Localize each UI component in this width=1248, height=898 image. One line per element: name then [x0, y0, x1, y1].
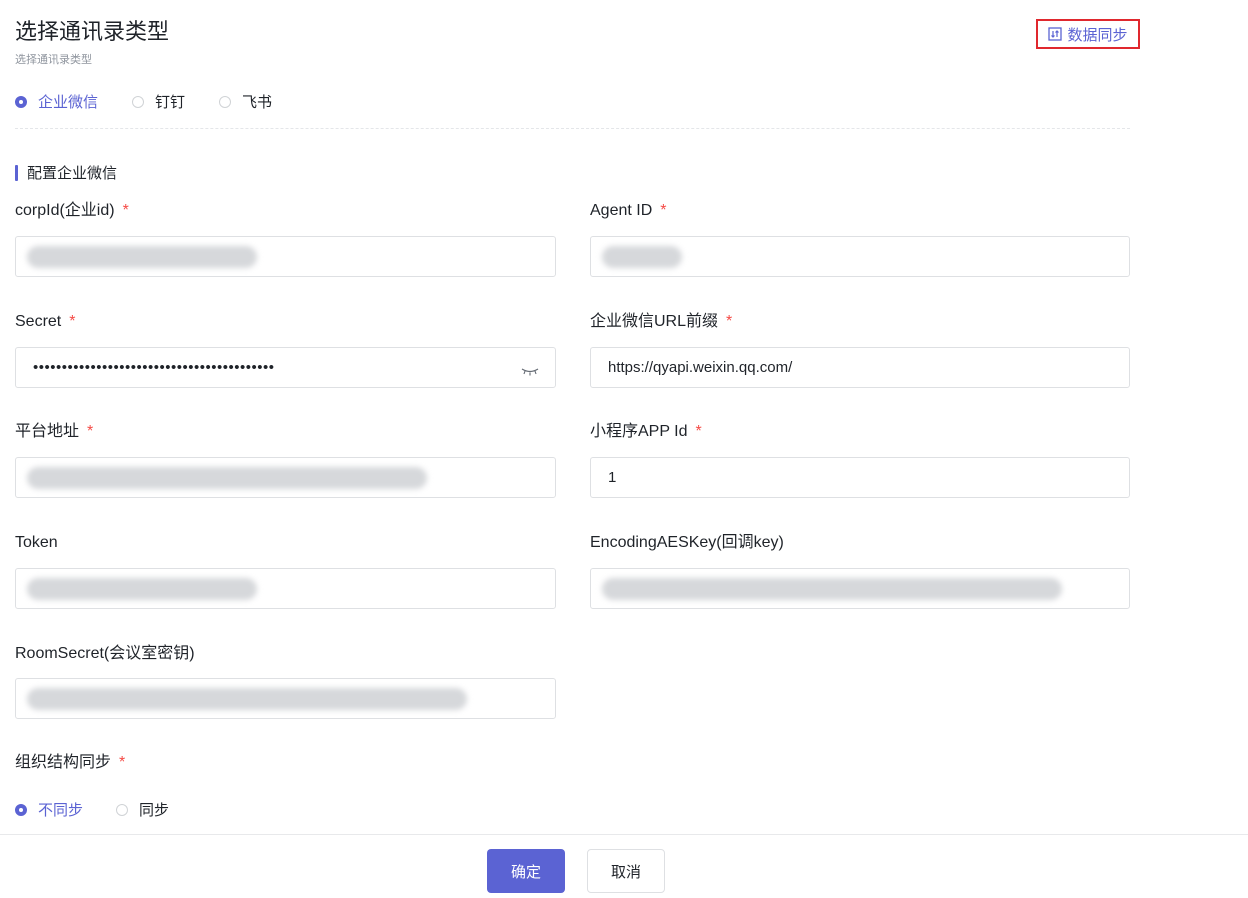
secret-input[interactable]: ••••••••••••••••••••••••••••••••••••••••… — [15, 347, 556, 388]
url-prefix-value: https://qyapi.weixin.qq.com/ — [608, 359, 793, 376]
radio-unchecked-icon — [219, 95, 232, 108]
radio-unchecked-icon — [116, 803, 129, 816]
url-prefix-label: 企业微信URL前缀 * — [590, 311, 732, 333]
required-mark: * — [695, 423, 702, 440]
section-accent-bar — [15, 164, 18, 181]
cancel-button[interactable]: 取消 — [587, 849, 665, 893]
radio-no-sync[interactable]: 不同步 — [15, 799, 83, 820]
required-mark: * — [122, 202, 129, 219]
radio-label: 钉钉 — [155, 94, 186, 111]
masked-value — [602, 577, 1062, 600]
room-secret-label: RoomSecret(会议室密钥) — [15, 643, 195, 665]
required-mark: * — [119, 754, 126, 771]
sync-icon — [1048, 27, 1063, 41]
org-sync-label-text: 组织结构同步 — [15, 754, 112, 771]
required-mark: * — [726, 313, 733, 330]
radio-feishu[interactable]: 飞书 — [219, 91, 272, 112]
radio-wecom[interactable]: 企业微信 — [15, 91, 98, 112]
radio-label: 不同步 — [38, 802, 84, 819]
mini-app-id-input[interactable]: 1 — [590, 457, 1130, 498]
token-label-text: Token — [15, 534, 58, 551]
encoding-aes-key-input[interactable] — [590, 568, 1130, 609]
token-input[interactable] — [15, 568, 556, 609]
radio-label: 飞书 — [242, 94, 273, 111]
radio-sync[interactable]: 同步 — [116, 799, 169, 820]
required-mark: * — [660, 202, 667, 219]
radio-checked-icon — [15, 803, 27, 816]
encoding-aes-key-label-text: EncodingAESKey(回调key) — [590, 534, 784, 551]
data-sync-label: 数据同步 — [1067, 26, 1128, 44]
url-prefix-label-text: 企业微信URL前缀 — [590, 313, 719, 330]
secret-value: ••••••••••••••••••••••••••••••••••••••••… — [33, 359, 275, 376]
masked-value — [27, 687, 467, 710]
masked-value — [27, 577, 257, 600]
room-secret-input[interactable] — [15, 678, 556, 719]
masked-value — [27, 245, 257, 268]
corp-id-label-text: corpId(企业id) — [15, 202, 115, 219]
required-mark: * — [87, 423, 94, 440]
secret-label: Secret * — [15, 311, 75, 333]
footer-divider — [0, 834, 1248, 835]
data-sync-button[interactable]: 数据同步 — [1036, 19, 1140, 49]
corp-id-input[interactable] — [15, 236, 556, 277]
page-title: 选择通讯录类型 — [15, 19, 170, 44]
token-label: Token — [15, 532, 58, 554]
section-title-text: 配置企业微信 — [27, 165, 118, 182]
masked-value — [27, 466, 427, 489]
mini-app-id-value: 1 — [608, 469, 617, 486]
confirm-button[interactable]: 确定 — [487, 849, 565, 893]
secret-label-text: Secret — [15, 313, 62, 330]
url-prefix-input[interactable]: https://qyapi.weixin.qq.com/ — [590, 347, 1130, 388]
platform-address-label-text: 平台地址 — [15, 423, 80, 440]
agent-id-input[interactable] — [590, 236, 1130, 277]
radio-unchecked-icon — [132, 95, 145, 108]
required-mark: * — [69, 313, 76, 330]
directory-type-group: 企业微信 钉钉 飞书 — [15, 91, 272, 112]
radio-label: 企业微信 — [38, 94, 99, 111]
page-subtitle: 选择通讯录类型 — [15, 54, 92, 66]
room-secret-label-text: RoomSecret(会议室密钥) — [15, 645, 195, 662]
agent-id-label: Agent ID * — [590, 200, 667, 222]
org-sync-group: 不同步 同步 — [15, 799, 169, 820]
divider — [15, 128, 1130, 129]
section-title: 配置企业微信 — [15, 162, 117, 183]
mini-app-id-label: 小程序APP Id * — [590, 421, 702, 443]
radio-checked-icon — [15, 95, 27, 108]
platform-address-input[interactable] — [15, 457, 556, 498]
masked-value — [602, 245, 682, 268]
corp-id-label: corpId(企业id) * — [15, 200, 129, 222]
agent-id-label-text: Agent ID — [590, 202, 653, 219]
radio-dingtalk[interactable]: 钉钉 — [132, 91, 185, 112]
encoding-aes-key-label: EncodingAESKey(回调key) — [590, 532, 784, 554]
mini-app-id-label-text: 小程序APP Id — [590, 423, 688, 440]
eye-closed-icon[interactable] — [521, 363, 539, 376]
radio-label: 同步 — [139, 802, 170, 819]
platform-address-label: 平台地址 * — [15, 421, 93, 443]
org-sync-label: 组织结构同步 * — [15, 752, 125, 774]
